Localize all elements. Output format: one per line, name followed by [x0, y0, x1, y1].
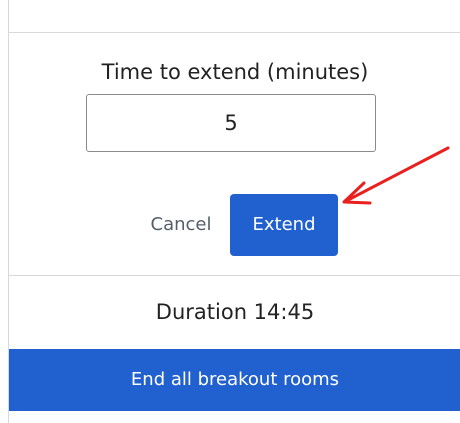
cancel-button[interactable]: Cancel — [131, 194, 231, 256]
duration-text: Duration 14:45 — [155, 300, 315, 324]
extend-time-label: Time to extend (minutes) — [101, 60, 369, 84]
red-arrow-annotation-icon — [342, 146, 450, 205]
end-all-breakout-rooms-button[interactable]: End all breakout rooms — [9, 349, 460, 411]
breakout-panel: Time to extend (minutes) Cancel Extend D… — [8, 0, 460, 423]
mid-divider — [9, 275, 460, 276]
top-divider — [9, 32, 460, 33]
extend-button[interactable]: Extend — [230, 194, 338, 256]
